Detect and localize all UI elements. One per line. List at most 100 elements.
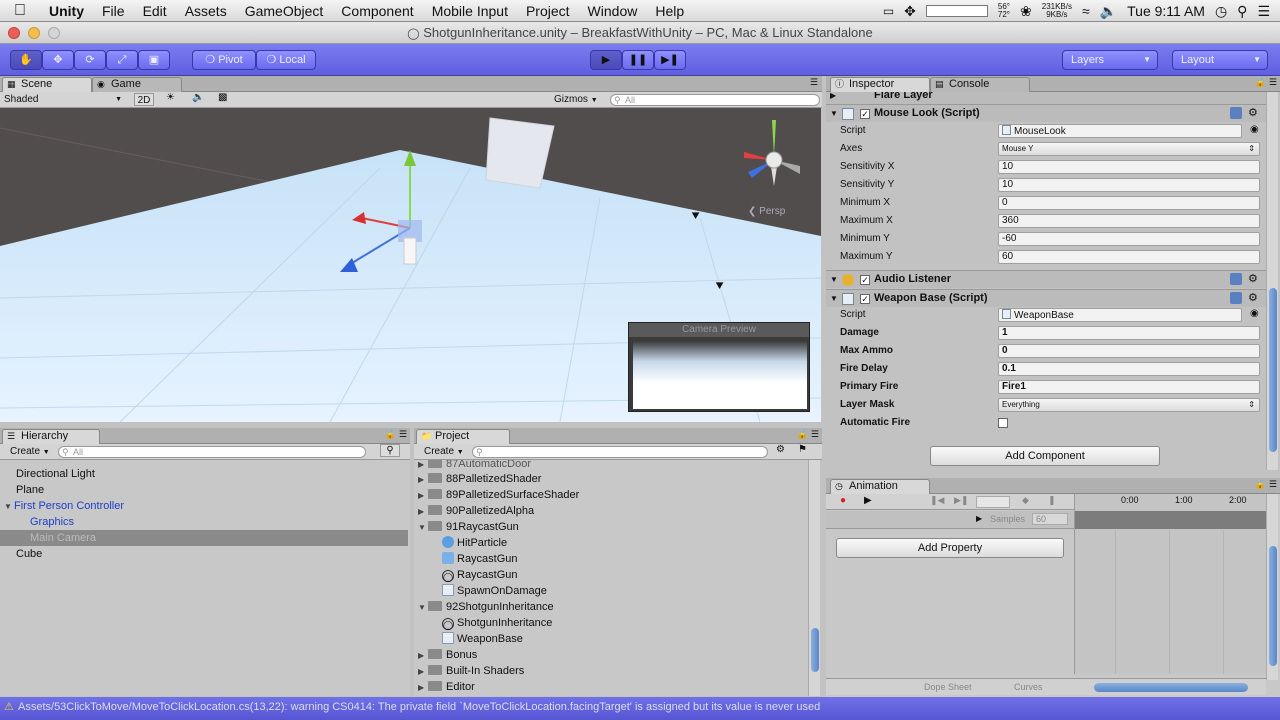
sensitivity-y-field[interactable]: 10 [998,178,1260,192]
collapsed-arrow-icon[interactable]: ▶ [418,472,428,488]
2d-toggle[interactable]: 2D [134,93,154,106]
rect-tool-button[interactable]: ▣ [138,50,170,70]
lock-icon[interactable]: 🔒 [1255,479,1266,490]
project-item[interactable]: ▶ Bonus [418,647,477,663]
project-item[interactable]: ▶ 89PalletizedSurfaceShader [418,487,579,503]
effects-toggle-icon[interactable]: ▩ [218,92,227,103]
hierarchy-search-input[interactable]: ⚲ All [58,446,366,458]
tab-hierarchy[interactable]: ☰ Hierarchy [2,429,100,444]
minimum-x-field[interactable]: 0 [998,196,1260,210]
project-item[interactable]: ◯ RaycastGun [442,567,518,583]
tab-animation[interactable]: ◷ Animation [830,479,930,494]
project-item[interactable]: ▶ 90PalletizedAlpha [418,503,534,519]
component-flare-layer[interactable]: ▶ Flare Layer [826,92,1266,104]
close-window-button[interactable] [8,27,20,39]
play-button[interactable]: ▶ [590,50,622,70]
persp-label[interactable]: ❮ Persp [748,206,785,217]
tab-game[interactable]: ◉ Game [92,77,182,92]
menu-edit[interactable]: Edit [134,3,176,19]
hierarchy-create-dropdown[interactable]: Create ▼ [10,445,50,458]
play-icon[interactable]: ▶ [864,495,872,506]
collapsed-arrow-icon[interactable]: ▶ [418,504,428,520]
animation-scrollbar[interactable] [1266,494,1278,680]
lock-icon[interactable]: 🔒 [385,429,396,440]
collapsed-arrow-icon[interactable]: ▶ [418,680,428,696]
expanded-arrow-icon[interactable]: ▼ [418,520,428,536]
wifi-icon[interactable]: ≈ [1082,3,1090,19]
component-enabled-checkbox[interactable]: ✓ [860,271,873,288]
lock-icon[interactable]: 🔒 [1255,77,1266,88]
menu-gameobject[interactable]: GameObject [236,3,333,19]
project-item[interactable]: HitParticle [442,535,507,551]
next-key-icon[interactable]: ▶❚ [954,495,968,506]
rotate-tool-button[interactable]: ⟳ [74,50,106,70]
project-item[interactable]: ▼ 91RaycastGun [418,519,519,535]
add-property-button[interactable]: Add Property [836,538,1064,558]
hierarchy-item-graphics[interactable]: Graphics [30,514,74,530]
scale-tool-button[interactable]: ⤢ [106,50,138,70]
layout-dropdown[interactable]: Layout ▼ [1172,50,1268,70]
project-scrollbar[interactable] [808,460,820,696]
scene-search-icon[interactable]: ⚲ [380,444,400,457]
tab-project[interactable]: 📁 Project [416,429,510,444]
help-book-icon[interactable] [1230,292,1242,304]
audio-toggle-icon[interactable]: 🔈 [192,92,204,103]
volume-icon[interactable]: 🔈 [1100,3,1117,20]
fire-delay-field[interactable]: 0.1 [998,362,1260,376]
panel-menu-icon[interactable]: ☰ [1269,77,1277,88]
project-search-input[interactable]: ⚲ [472,446,768,458]
component-audio-listener-header[interactable]: ▼ ✓ Audio Listener ⚙ [826,270,1266,288]
panel-menu-icon[interactable]: ☰ [811,429,819,440]
add-component-button[interactable]: Add Component [930,446,1160,466]
object-picker-icon[interactable]: ◉ [1250,124,1259,135]
pivot-toggle[interactable]: ❍ Pivot [192,50,256,70]
help-book-icon[interactable] [1230,273,1242,285]
animation-scrollbar-thumb[interactable] [1269,546,1277,666]
menu-mobile-input[interactable]: Mobile Input [423,3,517,19]
project-item[interactable]: ◯ ShotgunInheritance [442,615,552,631]
expanded-arrow-icon[interactable]: ▼ [418,600,428,616]
add-keyframe-icon[interactable]: ◆ [1022,495,1029,506]
project-scrollbar-thumb[interactable] [811,628,819,672]
zoom-window-button[interactable] [48,27,60,39]
record-icon[interactable]: ● [840,495,846,506]
tab-inspector[interactable]: ⓘ Inspector [830,77,930,92]
hierarchy-item-first-person-controller[interactable]: ▼ First Person Controller [4,498,124,514]
crosshair-icon[interactable]: ✥ [904,3,916,20]
status-message[interactable]: Assets/53ClickToMove/MoveToClickLocation… [18,701,820,713]
layer-mask-dropdown[interactable]: Everything ⇕ [998,398,1260,412]
collapsed-arrow-icon[interactable]: ▶ [418,648,428,664]
filter-by-label-icon[interactable]: ⚑ [798,444,807,455]
panel-menu-icon[interactable]: ☰ [810,77,818,88]
component-mouse-look-header[interactable]: ▼ ✓ Mouse Look (Script) ⚙ [826,104,1266,122]
timeline-horizontal-scrollbar[interactable] [1094,683,1248,692]
collapsed-arrow-icon[interactable]: ▶ [418,664,428,680]
add-event-icon[interactable]: ❚ [1048,495,1056,506]
help-book-icon[interactable] [1230,107,1242,119]
collapsed-arrow-icon[interactable]: ▶ [418,488,428,504]
expanded-arrow-icon[interactable]: ▼ [830,105,838,122]
gear-icon[interactable]: ⚙ [1248,271,1258,288]
project-item[interactable]: ▼ 92ShotgunInheritance [418,599,554,615]
component-weapon-base-header[interactable]: ▼ ✓ Weapon Base (Script) ⚙ [826,289,1266,307]
shading-mode-dropdown[interactable]: Shaded ▼ [4,93,124,106]
layers-dropdown[interactable]: Layers ▼ [1062,50,1158,70]
gear-icon[interactable]: ⚙ [1248,105,1258,122]
expand-arrow-icon[interactable]: ▼ [4,499,14,515]
curves-tab[interactable]: Curves [1014,682,1043,692]
notification-center-icon[interactable]: ☰ [1257,3,1270,20]
menu-help[interactable]: Help [646,3,693,19]
filter-by-type-icon[interactable]: ⚙ [776,444,785,455]
lock-icon[interactable]: 🔒 [797,429,808,440]
hierarchy-item-directional-light[interactable]: Directional Light [16,466,95,482]
animation-timeline[interactable]: 0:00 1:00 2:00 [1074,494,1267,674]
spotlight-search-icon[interactable]: ⚲ [1237,3,1247,20]
primary-fire-field[interactable]: Fire1 [998,380,1260,394]
expanded-arrow-icon[interactable]: ▼ [830,290,838,307]
project-item[interactable]: ▶ 88PalletizedShader [418,471,541,487]
scene-view[interactable]: ❮ Persp ⯆ ⯆ Camera Preview [0,108,821,422]
tab-console[interactable]: ▤ Console [930,77,1030,92]
panel-menu-icon[interactable]: ☰ [1269,479,1277,490]
clock[interactable]: Tue 9:11 AM [1127,3,1205,19]
apple-icon[interactable]:  [0,2,40,20]
